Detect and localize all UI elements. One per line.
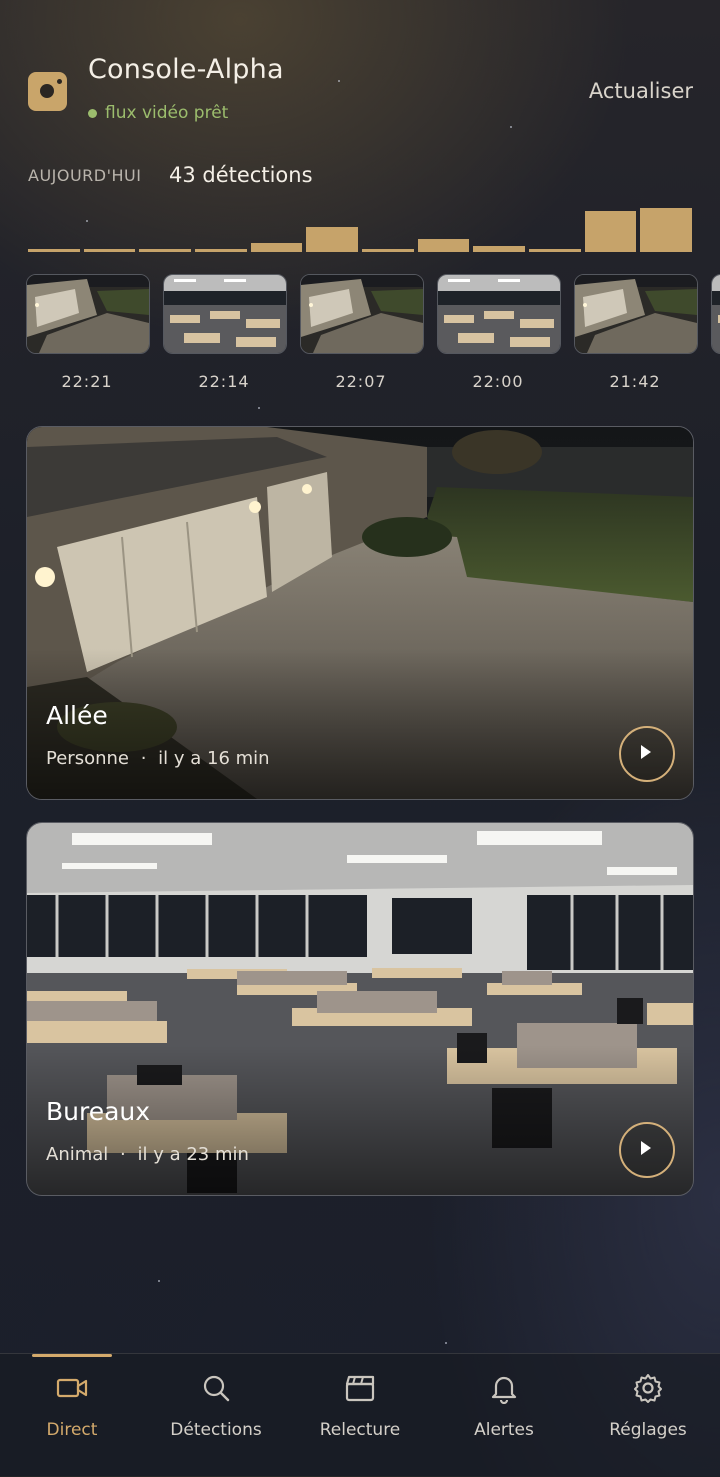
histogram-bar	[640, 208, 693, 252]
clapperboard-icon	[345, 1375, 375, 1402]
camera-icon	[28, 72, 67, 111]
camera-name: Allée	[46, 701, 108, 730]
event-time: il y a 16 min	[158, 748, 270, 769]
histogram-bar	[195, 249, 247, 252]
event-thumbnail-partial[interactable]	[711, 274, 720, 354]
today-label: AUJOURD'HUI	[28, 166, 142, 185]
event-thumbnail-strip[interactable]	[26, 274, 720, 354]
nav-label: Relecture	[319, 1420, 401, 1440]
office-thumbnail-image	[712, 275, 720, 353]
histogram-bar	[529, 249, 581, 252]
camera-event-meta: Personne · il y a 16 min	[46, 748, 270, 769]
camera-event-meta: Animal · il y a 23 min	[46, 1144, 249, 1165]
histogram-bar	[584, 211, 637, 252]
histogram-bar	[362, 249, 414, 252]
event-type: Personne	[46, 748, 129, 769]
play-button[interactable]	[619, 726, 675, 782]
star-decoration	[445, 1342, 447, 1344]
driveway-thumbnail-image	[575, 275, 697, 353]
camera-name: Bureaux	[46, 1097, 151, 1126]
stream-status-label: flux vidéo prêt	[105, 103, 229, 123]
play-icon	[641, 745, 651, 759]
event-thumbnail[interactable]	[26, 274, 150, 354]
driveway-thumbnail-image	[27, 275, 149, 353]
driveway-thumbnail-image	[301, 275, 423, 353]
office-thumbnail-image	[164, 275, 286, 353]
nav-item-alertes[interactable]: Alertes	[432, 1354, 576, 1477]
event-time: il y a 23 min	[137, 1144, 249, 1165]
play-icon	[641, 1141, 651, 1155]
histogram-bar	[83, 249, 136, 252]
nav-item-detections[interactable]: Détections	[144, 1354, 288, 1477]
refresh-button[interactable]: Actualiser	[589, 79, 693, 103]
video-icon	[56, 1378, 88, 1398]
thumbnail-time: 22:21	[61, 372, 113, 391]
histogram-bar	[250, 243, 303, 252]
office-thumbnail-image	[438, 275, 560, 353]
histogram-bar	[139, 249, 192, 252]
nav-label: Réglages	[609, 1420, 687, 1440]
event-thumbnail[interactable]	[300, 274, 424, 354]
histogram-bar	[28, 249, 80, 252]
event-thumbnail[interactable]	[163, 274, 287, 354]
star-decoration	[338, 80, 340, 82]
device-title: Console-Alpha	[88, 54, 284, 85]
camera-card-allee[interactable]: Allée Personne · il y a 16 min	[26, 426, 694, 800]
thumbnail-time: 22:00	[472, 372, 524, 391]
search-icon	[203, 1375, 230, 1402]
meta-separator: ·	[120, 1144, 126, 1165]
thumbnail-time: 22:14	[198, 372, 250, 391]
detections-histogram	[28, 200, 693, 252]
nav-label: Alertes	[474, 1420, 534, 1440]
bell-icon	[491, 1376, 517, 1404]
stream-status: flux vidéo prêt	[88, 103, 228, 123]
nav-item-relecture[interactable]: Relecture	[288, 1354, 432, 1477]
histogram-bar	[417, 239, 470, 252]
nav-item-reglages[interactable]: Réglages	[576, 1354, 720, 1477]
histogram-bar	[306, 227, 359, 252]
event-thumbnail[interactable]	[437, 274, 561, 354]
thumbnail-time: 22:07	[335, 372, 387, 391]
status-dot-icon	[88, 108, 97, 118]
star-decoration	[258, 407, 260, 409]
gear-icon	[634, 1374, 662, 1403]
detections-count: 43 détections	[169, 163, 313, 187]
thumbnail-time: 21:42	[609, 372, 661, 391]
star-decoration	[158, 1280, 160, 1282]
nav-item-direct[interactable]: Direct	[0, 1354, 144, 1477]
play-button[interactable]	[619, 1122, 675, 1178]
nav-label: Détections	[170, 1420, 262, 1440]
camera-card-bureaux[interactable]: Bureaux Animal · il y a 23 min	[26, 822, 694, 1196]
event-thumbnail[interactable]	[574, 274, 698, 354]
event-type: Animal	[46, 1144, 109, 1165]
nav-label: Direct	[46, 1420, 98, 1440]
bottom-navigation: Direct Détections Relecture Alertes Régl…	[0, 1353, 720, 1477]
histogram-bar	[473, 246, 526, 252]
meta-separator: ·	[140, 748, 147, 769]
star-decoration	[510, 126, 512, 128]
